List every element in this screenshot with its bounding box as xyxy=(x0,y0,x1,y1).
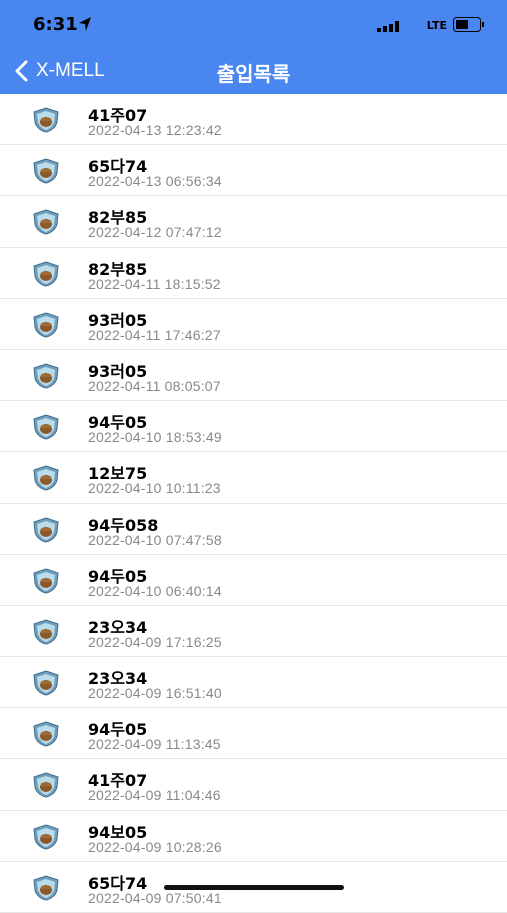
battery-icon xyxy=(453,17,484,32)
shield-badge-icon xyxy=(33,414,59,440)
list-item[interactable]: 41주07 2022-04-13 12:23:42 xyxy=(0,94,507,146)
shield-badge-icon xyxy=(33,158,59,184)
list-item[interactable]: 82부85 2022-04-12 07:47:12 xyxy=(0,196,507,248)
list-item[interactable]: 94두05 2022-04-10 18:53:49 xyxy=(0,401,507,453)
list-item[interactable]: 93러05 2022-04-11 17:46:27 xyxy=(0,299,507,350)
list-item[interactable]: 94보05 2022-04-09 10:28:26 xyxy=(0,811,507,862)
entry-timestamp: 2022-04-10 18:53:49 xyxy=(88,429,222,446)
shield-badge-icon xyxy=(33,312,59,338)
home-indicator xyxy=(164,885,344,890)
shield-badge-icon xyxy=(33,824,59,850)
list-item[interactable]: 23오34 2022-04-09 16:51:40 xyxy=(0,657,507,709)
shield-badge-icon xyxy=(33,363,59,389)
location-arrow-icon xyxy=(79,17,91,31)
entry-list: 41주07 2022-04-13 12:23:42 65다74 2022-04-13 … xyxy=(0,94,507,913)
status-bar: 6:31 LTE xyxy=(0,0,507,48)
shield-badge-icon xyxy=(33,261,59,287)
entry-timestamp: 2022-04-13 12:23:42 xyxy=(88,122,222,138)
shield-badge-icon xyxy=(33,107,59,133)
list-item[interactable]: 82부85 2022-04-11 18:15:52 xyxy=(0,248,507,299)
list-item[interactable]: 65다74 2022-04-13 06:56:34 xyxy=(0,145,507,197)
entry-timestamp: 2022-04-09 16:51:40 xyxy=(88,685,222,702)
shield-badge-icon xyxy=(33,209,59,235)
list-item[interactable]: 94두05 2022-04-09 11:13:45 xyxy=(0,708,507,760)
entry-timestamp: 2022-04-09 11:04:46 xyxy=(88,787,221,804)
entry-timestamp: 2022-04-10 07:47:58 xyxy=(88,531,222,548)
list-item[interactable]: 94두05 2022-04-10 06:40:14 xyxy=(0,555,507,606)
list-item[interactable]: 93러05 2022-04-11 08:05:07 xyxy=(0,350,507,402)
entry-timestamp: 2022-04-09 07:50:41 xyxy=(88,889,222,906)
entry-timestamp: 2022-04-10 06:40:14 xyxy=(88,582,222,599)
shield-badge-icon xyxy=(33,516,59,543)
signal-bars-icon xyxy=(377,21,399,32)
navigation-bar: X-MELL 출입목록 xyxy=(0,48,507,94)
network-type: LTE xyxy=(426,19,447,32)
entry-timestamp: 2022-04-09 17:16:25 xyxy=(88,633,222,650)
entry-timestamp: 2022-04-10 10:11:23 xyxy=(88,480,221,497)
shield-badge-icon xyxy=(33,721,59,747)
list-item[interactable]: 41주07 2022-04-09 11:04:46 xyxy=(0,759,507,811)
shield-badge-icon xyxy=(33,568,59,594)
top-bar: 6:31 LTE X-MELL 출입목록 xyxy=(0,0,507,94)
page-title: 출입목록 xyxy=(216,62,291,86)
list-item[interactable]: 94두058 2022-04-10 07:47:58 xyxy=(0,504,507,555)
status-time: 6:31 xyxy=(33,14,78,35)
entry-timestamp: 2022-04-11 17:46:27 xyxy=(88,326,221,343)
entry-timestamp: 2022-04-11 08:05:07 xyxy=(88,377,221,394)
shield-badge-icon xyxy=(33,619,59,645)
list-item[interactable]: 23오34 2022-04-09 17:16:25 xyxy=(0,606,507,658)
entry-timestamp: 2022-04-09 10:28:26 xyxy=(88,838,222,855)
entry-timestamp: 2022-04-13 06:56:34 xyxy=(88,173,222,190)
entry-timestamp: 2022-04-12 07:47:12 xyxy=(88,224,222,241)
shield-badge-icon xyxy=(33,465,59,491)
entry-timestamp: 2022-04-09 11:13:45 xyxy=(88,736,221,753)
entry-timestamp: 2022-04-11 18:15:52 xyxy=(88,275,221,292)
list-item[interactable]: 12보75 2022-04-10 10:11:23 xyxy=(0,452,507,504)
shield-badge-icon xyxy=(33,875,59,901)
shield-badge-icon xyxy=(33,670,59,696)
shield-badge-icon xyxy=(33,772,59,798)
